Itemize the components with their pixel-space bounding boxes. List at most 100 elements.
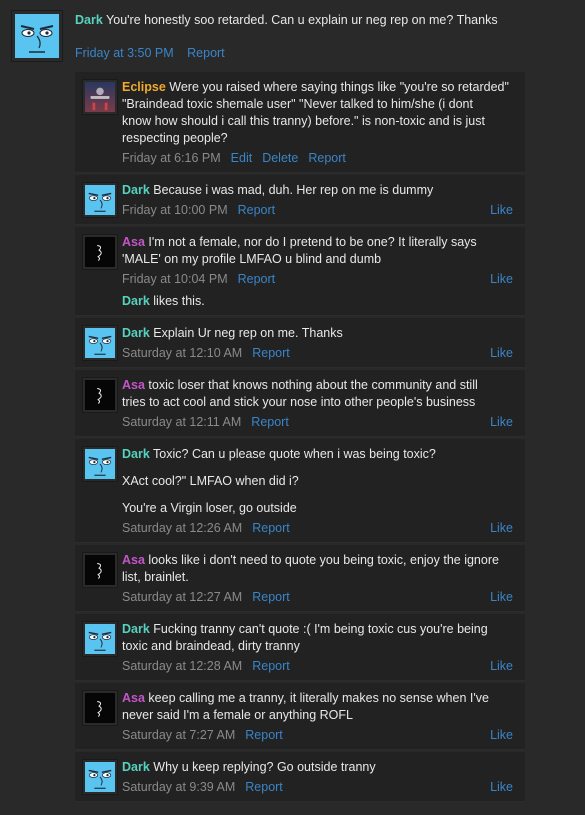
report-link[interactable]: Report xyxy=(252,659,290,673)
comment-text: Dark Because i was mad, duh. Her rep on … xyxy=(122,182,519,199)
cartoon-face-icon xyxy=(15,14,59,58)
like-link[interactable]: Like xyxy=(490,345,513,361)
squiggle-icon xyxy=(85,237,115,267)
likes-summary: Dark likes this. xyxy=(122,293,519,309)
like-link[interactable]: Like xyxy=(490,727,513,743)
comment-text-line: Asa looks like i don't need to quote you… xyxy=(122,553,499,567)
avatar[interactable] xyxy=(11,10,63,62)
comment: Eclipse Were you raised where saying thi… xyxy=(75,72,525,173)
comment-text-line: Asa keep calling me a tranny, it literal… xyxy=(122,691,489,705)
comment-meta: Saturday at 9:39 AM Report Like xyxy=(122,779,519,795)
like-link[interactable]: Like xyxy=(490,520,513,536)
avatar[interactable] xyxy=(82,552,118,588)
comment-meta: Friday at 10:04 PM Report Like xyxy=(122,271,519,287)
avatar[interactable] xyxy=(82,325,118,361)
like-link[interactable]: Like xyxy=(490,414,513,430)
avatar[interactable] xyxy=(82,377,118,413)
comment: Asa toxic loser that knows nothing about… xyxy=(75,370,525,437)
top-post: Dark You're honestly soo retarded. Can u… xyxy=(0,0,585,70)
cartoon-face-icon xyxy=(85,624,115,654)
like-link[interactable]: Like xyxy=(490,779,513,795)
username[interactable]: Asa xyxy=(122,378,145,392)
username[interactable]: Asa xyxy=(122,235,145,249)
comment-time[interactable]: Friday at 6:16 PM xyxy=(122,151,221,165)
comment-time[interactable]: Saturday at 12:28 AM xyxy=(122,659,242,673)
eclipse-logo-icon xyxy=(85,82,115,112)
avatar[interactable] xyxy=(82,79,118,115)
report-link[interactable]: Report xyxy=(252,521,290,535)
comment-text-line: Dark Why u keep replying? Go outside tra… xyxy=(122,760,376,774)
username[interactable]: Dark xyxy=(122,447,150,461)
post-meta: Friday at 3:50 PM Report xyxy=(75,45,575,61)
comment-time[interactable]: Saturday at 12:27 AM xyxy=(122,590,242,604)
squiggle-icon xyxy=(85,380,115,410)
comment-time[interactable]: Saturday at 12:10 AM xyxy=(122,346,242,360)
username[interactable]: Dark xyxy=(122,294,150,308)
report-link[interactable]: Report xyxy=(238,272,276,286)
comment-text: Dark Why u keep replying? Go outside tra… xyxy=(122,759,519,776)
comment-meta: Friday at 6:16 PM Edit Delete Report xyxy=(122,150,519,166)
post-time[interactable]: Friday at 3:50 PM xyxy=(75,46,174,60)
squiggle-icon xyxy=(85,555,115,585)
comment-time[interactable]: Saturday at 12:26 AM xyxy=(122,521,242,535)
comment: Asa keep calling me a tranny, it literal… xyxy=(75,683,525,750)
comment: Dark Because i was mad, duh. Her rep on … xyxy=(75,175,525,225)
report-link[interactable]: Report xyxy=(308,151,346,165)
cartoon-face-icon xyxy=(85,328,115,358)
comment-time[interactable]: Saturday at 7:27 AM xyxy=(122,728,235,742)
avatar[interactable] xyxy=(82,182,118,218)
comment-time[interactable]: Friday at 10:00 PM xyxy=(122,203,228,217)
comment-text: Dark Explain Ur neg rep on me. Thanks xyxy=(122,325,519,342)
post-message: Dark You're honestly soo retarded. Can u… xyxy=(75,12,575,29)
edit-link[interactable]: Edit xyxy=(231,151,253,165)
username[interactable]: Asa xyxy=(122,553,145,567)
comment-list: Eclipse Were you raised where saying thi… xyxy=(75,72,525,804)
cartoon-face-icon xyxy=(85,185,115,215)
comment-meta: Saturday at 12:10 AM Report Like xyxy=(122,345,519,361)
report-link[interactable]: Report xyxy=(245,780,283,794)
username[interactable]: Asa xyxy=(122,691,145,705)
username[interactable]: Dark xyxy=(75,13,103,27)
comment-meta: Friday at 10:00 PM Report Like xyxy=(122,202,519,218)
comment-meta: Saturday at 12:28 AM Report Like xyxy=(122,658,519,674)
like-link[interactable]: Like xyxy=(490,202,513,218)
avatar[interactable] xyxy=(82,759,118,795)
comment-meta: Saturday at 7:27 AM Report Like xyxy=(122,727,519,743)
cartoon-face-icon xyxy=(85,449,115,479)
username[interactable]: Eclipse xyxy=(122,80,166,94)
like-link[interactable]: Like xyxy=(490,589,513,605)
comment-time[interactable]: Saturday at 12:11 AM xyxy=(122,415,241,429)
comment-text-line: Asa I'm not a female, nor do I pretend t… xyxy=(122,235,477,249)
comment-text-line: list, brainlet. xyxy=(122,570,189,584)
report-link[interactable]: Report xyxy=(252,590,290,604)
avatar[interactable] xyxy=(82,621,118,657)
avatar[interactable] xyxy=(82,234,118,270)
avatar[interactable] xyxy=(82,446,118,482)
comment-text-line: respecting people? xyxy=(122,131,228,145)
comment-text-line: Eclipse Were you raised where saying thi… xyxy=(122,80,509,94)
like-link[interactable]: Like xyxy=(490,658,513,674)
report-link[interactable]: Report xyxy=(252,346,290,360)
report-link[interactable]: Report xyxy=(245,728,283,742)
comment-meta: Saturday at 12:27 AM Report Like xyxy=(122,589,519,605)
comment-text: Asa keep calling me a tranny, it literal… xyxy=(122,690,519,724)
comment-time[interactable]: Friday at 10:04 PM xyxy=(122,272,228,286)
comment-text-line: XAct cool?" LMFAO when did i? xyxy=(122,474,299,488)
report-link[interactable]: Report xyxy=(251,415,289,429)
username[interactable]: Dark xyxy=(122,183,150,197)
cartoon-face-icon xyxy=(85,762,115,792)
report-link[interactable]: Report xyxy=(187,46,225,60)
report-link[interactable]: Report xyxy=(238,203,276,217)
comment: Asa I'm not a female, nor do I pretend t… xyxy=(75,227,525,316)
delete-link[interactable]: Delete xyxy=(262,151,298,165)
avatar[interactable] xyxy=(82,690,118,726)
username[interactable]: Dark xyxy=(122,760,150,774)
comment-text-line: "Braindead toxic shemale user" "Never ta… xyxy=(122,97,473,111)
username[interactable]: Dark xyxy=(122,622,150,636)
comment-time[interactable]: Saturday at 9:39 AM xyxy=(122,780,235,794)
comment-text: Dark Fucking tranny can't quote :( I'm b… xyxy=(122,621,519,655)
like-link[interactable]: Like xyxy=(490,271,513,287)
username[interactable]: Dark xyxy=(122,326,150,340)
